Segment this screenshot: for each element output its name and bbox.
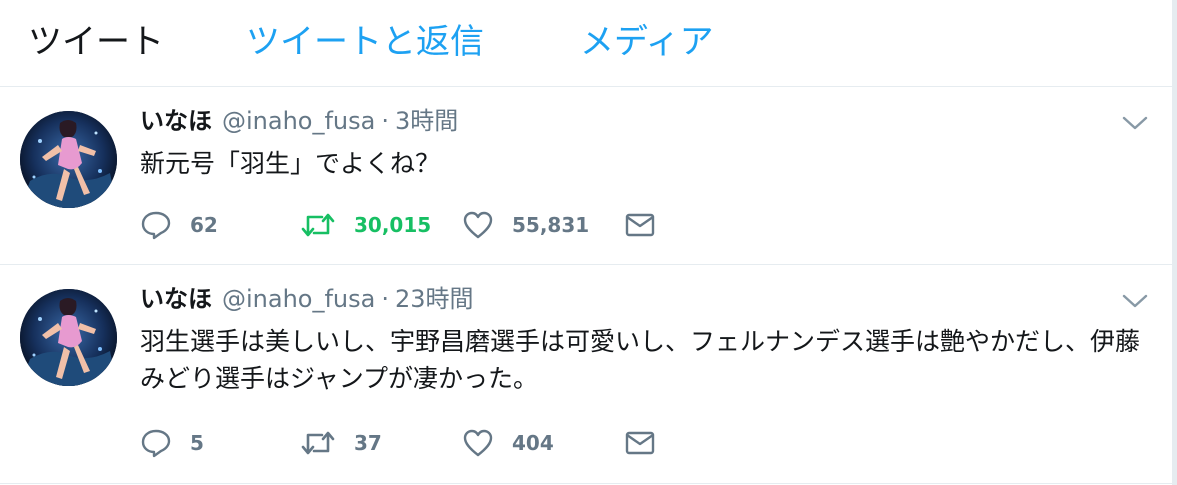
display-name[interactable]: いなほ [140,107,212,135]
separator-dot: · [381,107,389,135]
tweet-text: 新元号「羽生」でよくね？ [140,149,441,178]
timestamp[interactable]: 23時間 [395,285,474,313]
avatar[interactable] [20,111,117,208]
profile-timeline: ツイート ツイートと返信 メディア いなほ @inaho_fusa · 3時間 … [0,0,1173,485]
direct-message-button[interactable] [624,207,656,243]
chevron-down-icon[interactable] [1122,293,1148,309]
like-button[interactable]: 55,831 [462,207,589,243]
tab-tweets-and-replies[interactable]: ツイートと返信 [246,20,484,64]
profile-tabs: ツイート ツイートと返信 メディア [0,0,1172,87]
like-button[interactable]: 404 [462,425,554,461]
reply-button[interactable]: 5 [140,425,204,461]
avatar[interactable] [20,289,117,386]
like-count: 55,831 [512,213,590,237]
reply-count: 62 [190,213,218,237]
tweet-text: 羽生選手は美しいし、宇野昌磨選手は可愛いし、フェルナンデス選手は艶やかだし、伊藤… [140,327,1141,393]
retweet-icon [301,213,335,237]
tweet[interactable]: いなほ @inaho_fusa · 23時間 羽生選手は美しいし、宇野昌磨選手は可愛い… [0,265,1172,484]
tweet-header: いなほ @inaho_fusa · 3時間 [140,105,458,137]
timestamp[interactable]: 3時間 [395,107,458,135]
username[interactable]: @inaho_fusa [222,285,375,313]
reply-icon [141,429,171,458]
direct-message-icon [625,431,655,455]
like-icon [463,429,493,457]
chevron-down-icon[interactable] [1122,115,1148,131]
like-count: 404 [512,431,554,455]
tab-media[interactable]: メディア [580,20,714,64]
like-icon [463,211,493,239]
separator-dot: · [381,285,389,313]
tweet-header: いなほ @inaho_fusa · 23時間 [140,283,474,315]
reply-icon [141,211,171,240]
direct-message-icon [625,213,655,237]
reply-button[interactable]: 62 [140,207,218,243]
retweet-icon [301,431,335,455]
direct-message-button[interactable] [624,425,656,461]
retweet-button[interactable]: 37 [300,425,382,461]
tweet[interactable]: いなほ @inaho_fusa · 3時間 新元号「羽生」でよくね？ 62 30,01… [0,87,1172,265]
reply-count: 5 [190,431,204,455]
display-name[interactable]: いなほ [140,285,212,313]
retweet-count: 30,015 [354,213,432,237]
retweet-button[interactable]: 30,015 [300,207,431,243]
username[interactable]: @inaho_fusa [222,107,375,135]
retweet-count: 37 [354,431,382,455]
tab-tweets[interactable]: ツイート [28,20,164,64]
